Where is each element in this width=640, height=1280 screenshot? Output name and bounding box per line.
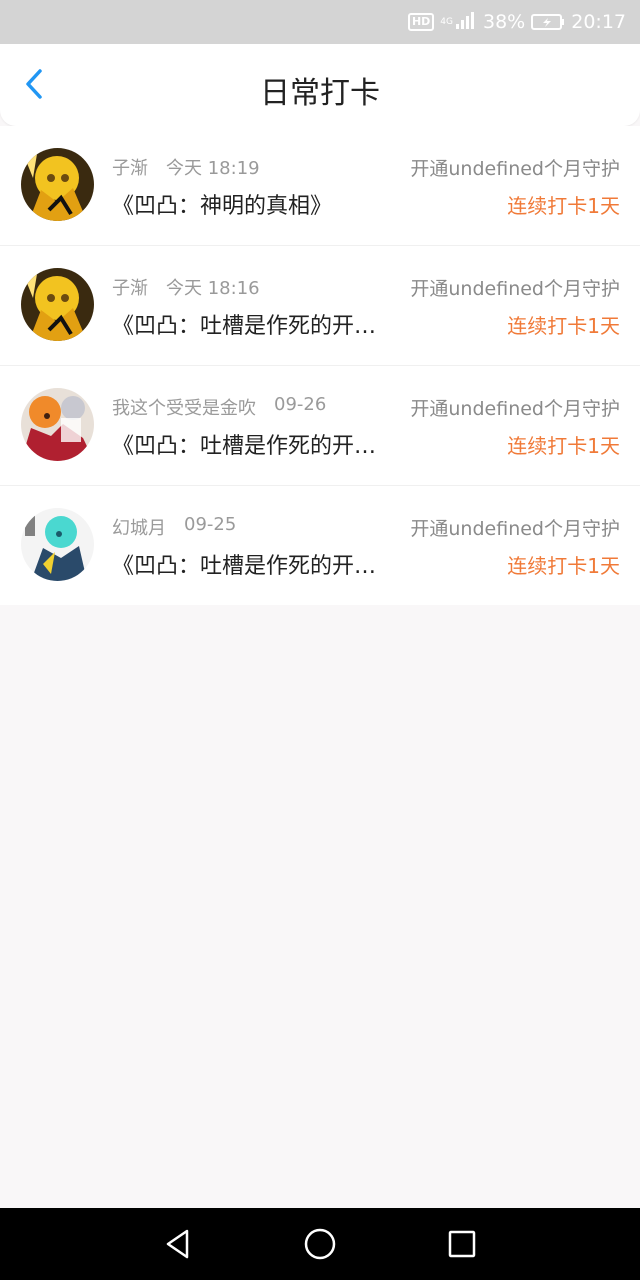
- network-label: 4G: [440, 17, 453, 27]
- book-title[interactable]: 《凹凸：吐槽是作死的开…: [112, 308, 402, 340]
- circle-home-icon: [303, 1227, 337, 1265]
- streak-label: 连续打卡1天: [507, 194, 620, 218]
- book-title[interactable]: 《凹凸：吐槽是作死的开…: [112, 548, 402, 580]
- status-time: 20:17: [571, 11, 626, 33]
- signal-icon: [455, 11, 477, 34]
- user-name[interactable]: 我这个受受是金吹: [112, 394, 256, 420]
- avatar[interactable]: [21, 148, 94, 221]
- battery-icon: [531, 13, 565, 31]
- triangle-back-icon: [163, 1228, 193, 1264]
- checkin-list: 子渐 今天 18:19 《凹凸：神明的真相》 开通undefined个月守护 连…: [0, 126, 640, 605]
- checkin-row[interactable]: 子渐 今天 18:16 《凹凸：吐槽是作死的开… 开通undefined个月守护…: [0, 246, 640, 366]
- row-meta: 幻城月 09-25: [112, 514, 236, 540]
- checkin-row[interactable]: 我这个受受是金吹 09-26 《凹凸：吐槽是作死的开… 开通undefined个…: [0, 366, 640, 486]
- book-title[interactable]: 《凹凸：神明的真相》: [112, 188, 402, 220]
- square-recents-icon: [447, 1229, 477, 1263]
- nav-home-button[interactable]: [300, 1226, 340, 1266]
- status-bar: HD 4G 38% 20:17: [0, 0, 640, 44]
- checkin-row[interactable]: 幻城月 09-25 《凹凸：吐槽是作死的开… 开通undefined个月守护 连…: [0, 486, 640, 605]
- checkin-row[interactable]: 子渐 今天 18:19 《凹凸：神明的真相》 开通undefined个月守护 连…: [0, 126, 640, 246]
- avatar[interactable]: [21, 508, 94, 581]
- guard-info: 开通undefined个月守护: [410, 278, 620, 300]
- battery-percent: 38%: [483, 11, 526, 33]
- row-meta: 子渐 今天 18:16: [112, 274, 260, 300]
- guard-info: 开通undefined个月守护: [410, 398, 620, 420]
- avatar[interactable]: [21, 268, 94, 341]
- system-nav-bar: [0, 1208, 640, 1280]
- checkin-time: 今天 18:19: [166, 158, 260, 179]
- guard-info: 开通undefined个月守护: [410, 518, 620, 540]
- checkin-time: 今天 18:16: [166, 278, 260, 299]
- app-header: 日常打卡: [0, 44, 640, 126]
- guard-info: 开通undefined个月守护: [410, 158, 620, 180]
- row-meta: 我这个受受是金吹 09-26: [112, 394, 326, 420]
- streak-label: 连续打卡1天: [507, 434, 620, 458]
- nav-back-button[interactable]: [158, 1226, 198, 1266]
- status-icons: HD 4G 38% 20:17: [407, 0, 626, 44]
- user-name[interactable]: 子渐: [112, 274, 148, 300]
- book-title[interactable]: 《凹凸：吐槽是作死的开…: [112, 428, 402, 460]
- streak-label: 连续打卡1天: [507, 314, 620, 338]
- user-name[interactable]: 幻城月: [112, 514, 166, 540]
- checkin-time: 09-25: [184, 514, 237, 535]
- nav-recents-button[interactable]: [442, 1226, 482, 1266]
- checkin-time: 09-26: [274, 394, 327, 415]
- hd-badge: HD: [407, 13, 435, 31]
- page-title: 日常打卡: [260, 76, 380, 111]
- user-name[interactable]: 子渐: [112, 154, 148, 180]
- avatar[interactable]: [21, 388, 94, 461]
- row-meta: 子渐 今天 18:19: [112, 154, 260, 180]
- streak-label: 连续打卡1天: [507, 554, 620, 578]
